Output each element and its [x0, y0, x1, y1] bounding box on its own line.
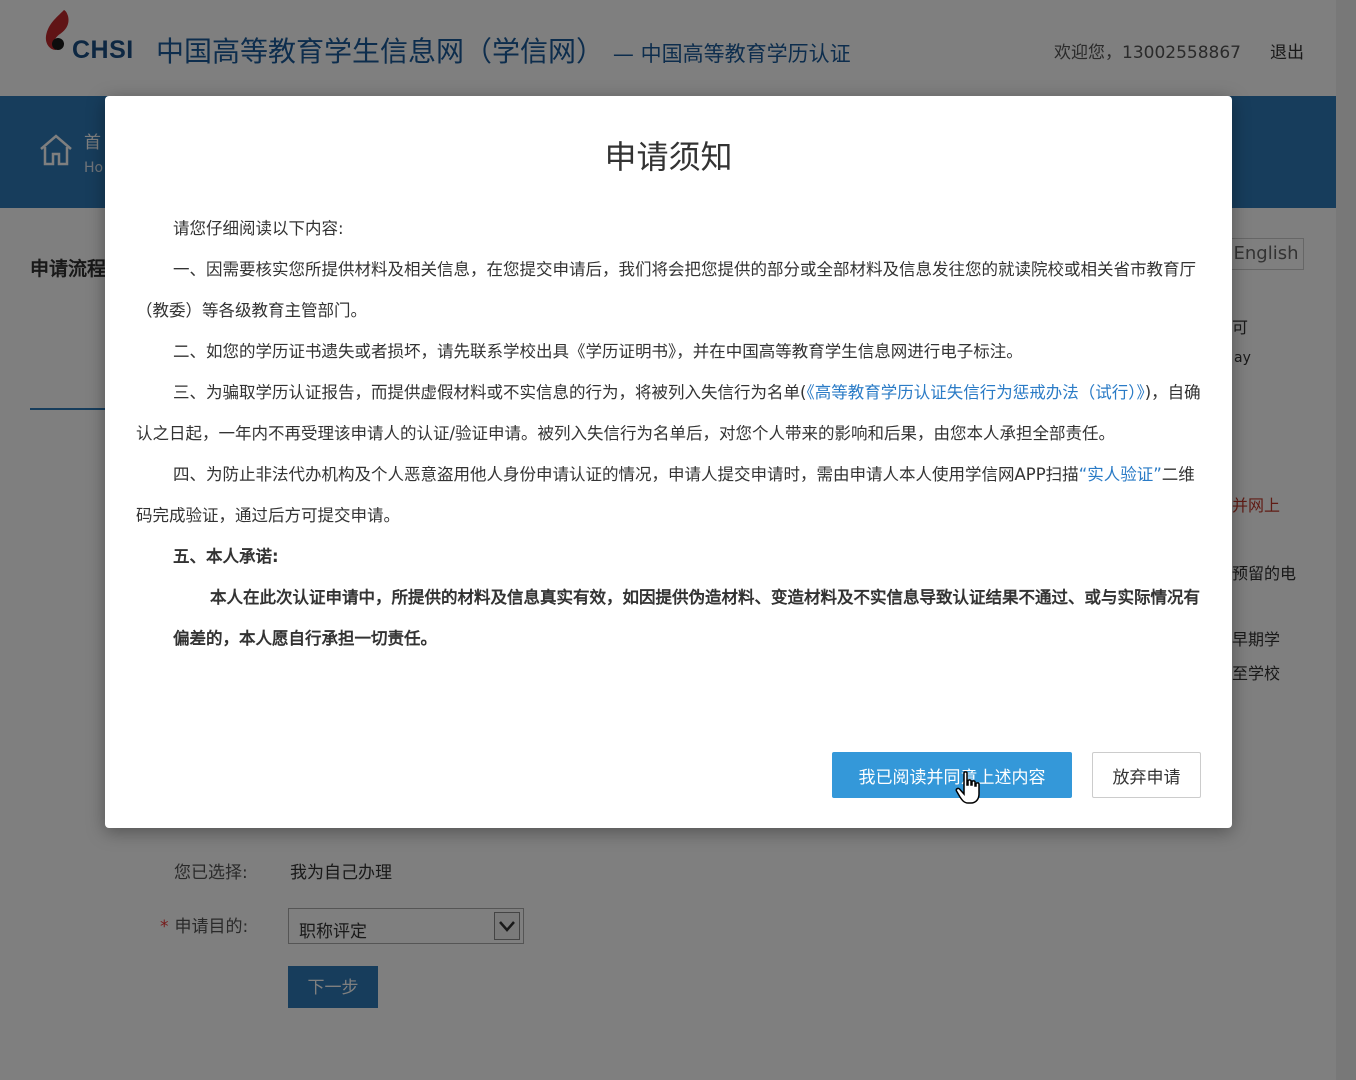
notice-item-3-text-a: 三、为骗取学历认证报告，而提供虚假材料或不实信息的行为，将被列入失信行为名单( [173, 383, 807, 402]
agree-button[interactable]: 我已阅读并同意上述内容 [832, 752, 1072, 798]
hand-cursor-icon [955, 771, 980, 804]
notice-item-3: 三、为骗取学历认证报告，而提供虚假材料或不实信息的行为，将被列入失信行为名单(《… [136, 372, 1206, 454]
dialog-body: 请您仔细阅读以下内容: 一、因需要核实您所提供材料及相关信息，在您提交申请后，我… [136, 208, 1206, 659]
discipline-rules-link[interactable]: 《高等教育学历认证失信行为惩戒办法（试行）》 [806, 383, 1144, 402]
application-notice-dialog: 申请须知 请您仔细阅读以下内容: 一、因需要核实您所提供材料及相关信息，在您提交… [105, 96, 1232, 828]
notice-item-5-text: 本人在此次认证申请中，所提供的材料及信息真实有效，如因提供伪造材料、变造材料及不… [173, 588, 1200, 648]
abandon-button[interactable]: 放弃申请 [1092, 752, 1201, 798]
notice-item-4: 四、为防止非法代办机构及个人恶意盗用他人身份申请认证的情况，申请人提交申请时，需… [136, 454, 1206, 536]
notice-item-4-text-a: 四、为防止非法代办机构及个人恶意盗用他人身份申请认证的情况，申请人提交申请时，需… [173, 465, 1079, 484]
notice-item-2: 二、如您的学历证书遗失或者损坏，请先联系学校出具《学历证明书》，并在中国高等教育… [173, 342, 1023, 361]
notice-intro: 请您仔细阅读以下内容: [173, 219, 344, 238]
notice-item-1: 一、因需要核实您所提供材料及相关信息，在您提交申请后，我们将会把您提供的部分或全… [136, 260, 1196, 320]
notice-item-5-title: 五、本人承诺: [173, 547, 279, 566]
dialog-title: 申请须知 [604, 138, 733, 176]
real-person-verify-link[interactable]: “实人验证” [1079, 465, 1162, 484]
